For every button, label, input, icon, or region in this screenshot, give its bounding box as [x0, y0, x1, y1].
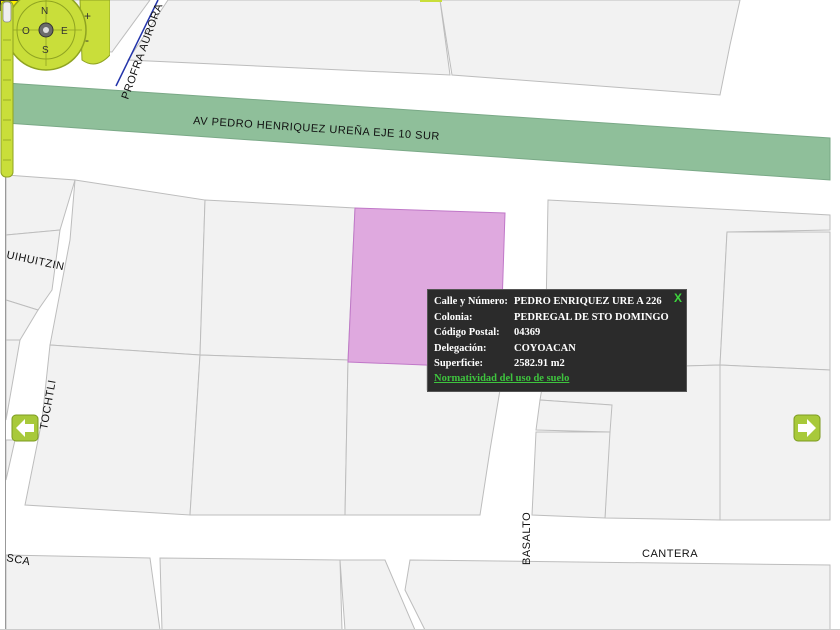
parcel-info-popup: X Calle y Número: PEDRO ENRIQUEZ URE A 2…: [427, 289, 687, 392]
info-value: PEDREGAL DE STO DOMINGO: [514, 311, 669, 323]
compass-north-label: N: [41, 6, 48, 17]
info-label: Delegación:: [434, 342, 487, 354]
pan-right-arrow-icon[interactable]: [793, 414, 821, 442]
info-label: Superficie:: [434, 358, 483, 370]
zoom-in-icon[interactable]: +: [84, 9, 91, 23]
compass-west-label: O: [22, 26, 30, 37]
pan-left-arrow-icon[interactable]: [11, 414, 39, 442]
info-row-postal-code: Código Postal: 04369: [434, 325, 671, 341]
street-label-basalto: BASALTO: [521, 512, 533, 565]
info-label: Código Postal:: [434, 327, 500, 339]
info-label: Calle y Número:: [434, 296, 508, 308]
info-row-superficie: Superficie: 2582.91 m2: [434, 356, 671, 372]
zoom-out-icon[interactable]: -: [85, 33, 89, 47]
zoom-slider[interactable]: [0, 0, 14, 178]
info-row-address: Calle y Número: PEDRO ENRIQUEZ URE A 226: [434, 294, 671, 310]
map-layer[interactable]: AV PEDRO HENRIQUEZ UREÑA EJE 10 SUR PROF…: [0, 0, 840, 630]
info-value: COYOACAN: [514, 342, 576, 354]
compass-east-label: E: [61, 26, 68, 37]
street-label-cantera: CANTERA: [642, 548, 698, 560]
info-row-colonia: Colonia: PEDREGAL DE STO DOMINGO: [434, 310, 671, 326]
info-row-delegacion: Delegación: COYOACAN: [434, 341, 671, 357]
compass-navigation-control[interactable]: N S E O + -: [0, 0, 110, 72]
map-canvas[interactable]: AV PEDRO HENRIQUEZ UREÑA EJE 10 SUR PROF…: [0, 0, 840, 630]
info-label: Colonia:: [434, 311, 473, 323]
zoom-slider-handle[interactable]: [2, 1, 12, 23]
parcel-info-table: Calle y Número: PEDRO ENRIQUEZ URE A 226…: [434, 294, 671, 372]
land-use-regulation-link[interactable]: Normatividad del uso de suelo: [434, 373, 680, 384]
info-value: PEDRO ENRIQUEZ URE A 226: [514, 296, 662, 308]
info-value: 2582.91 m2: [514, 358, 565, 370]
close-popup-button[interactable]: X: [674, 291, 682, 305]
info-value: 04369: [514, 327, 541, 339]
compass-south-label: S: [42, 45, 49, 56]
